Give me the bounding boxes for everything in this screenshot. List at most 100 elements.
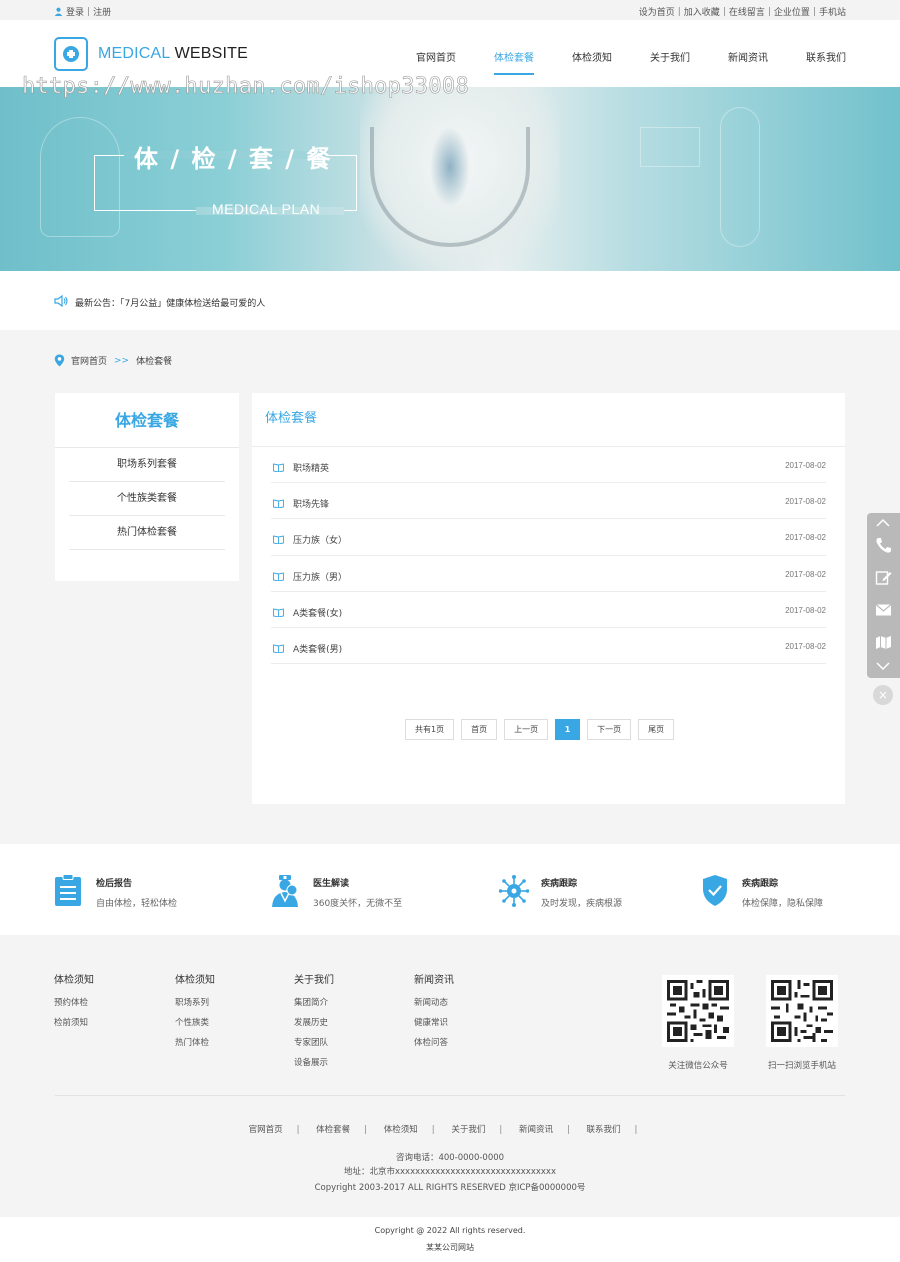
main-area: 官网首页 >> 体检套餐 体检套餐 职场系列套餐 个性族类套餐 热门体检套餐 体… (0, 330, 900, 844)
qr-caption: 扫一扫浏览手机站 (767, 1061, 836, 1071)
feature-desc: 自由体检，轻松体检 (96, 899, 178, 909)
divider: | (431, 1125, 435, 1135)
qr-mobile: 扫一扫浏览手机站 (766, 975, 838, 1071)
clipboard-icon (55, 874, 81, 906)
footer-link[interactable]: 专家团队 (294, 1036, 334, 1048)
footer-nav-notice[interactable]: 体检须知 (384, 1125, 418, 1135)
footer-link[interactable]: 个性族类 (175, 1016, 215, 1028)
list-item-title[interactable]: 压力族（男） (293, 570, 347, 583)
location-pin-icon (54, 354, 65, 367)
footer-link[interactable]: 发展历史 (294, 1016, 334, 1028)
page-first-button[interactable]: 首页 (461, 719, 498, 740)
add-favorite-link[interactable]: 加入收藏 (684, 5, 720, 18)
footer-column: 体检须知 预约体检 检前须知 (54, 971, 94, 1036)
qr-code-image (662, 975, 734, 1047)
footer-link[interactable]: 新闻动态 (414, 996, 454, 1008)
footer-phone: 咨询电话：400-0000-0000 (395, 1153, 505, 1163)
sidebar-item-workplace[interactable]: 职场系列套餐 (69, 448, 225, 482)
bottom-company: 某某公司网站 (426, 1243, 474, 1252)
footer-column-title: 体检须知 (175, 975, 215, 986)
account-links: 登录 | 注册 (54, 5, 111, 18)
edit-note-icon[interactable] (875, 569, 892, 586)
bottom-bar: Copyright @ 2022 All rights reserved. 某某… (0, 1217, 900, 1262)
logo-medical: MEDICAL (98, 45, 170, 62)
sidebar-item-personal[interactable]: 个性族类套餐 (69, 482, 225, 516)
footer-nav-home[interactable]: 官网首页 (249, 1125, 283, 1135)
site-logo[interactable]: MEDICAL WEBSITE (54, 37, 248, 71)
list-item[interactable]: 压力族（男） 2017-08-02 (271, 556, 826, 592)
list-item[interactable]: 职场精英 2017-08-02 (271, 447, 826, 484)
list-item[interactable]: A类套餐(女) 2017-08-02 (271, 592, 826, 628)
set-homepage-link[interactable]: 设为首页 (639, 5, 675, 18)
nav-notice[interactable]: 体检须知 (572, 20, 612, 87)
mobile-site-link[interactable]: 手机站 (819, 5, 846, 18)
nav-news[interactable]: 新闻资讯 (728, 20, 768, 87)
breadcrumb: 官网首页 >> 体检套餐 (54, 354, 172, 367)
footer-link[interactable]: 职场系列 (175, 996, 215, 1008)
footer-link[interactable]: 体检问答 (414, 1036, 454, 1048)
feature-item: 疾病跟踪 体检保障，隐私保障 (700, 874, 823, 909)
footer-column-title: 关于我们 (294, 975, 334, 986)
footer-nav-packages[interactable]: 体检套餐 (316, 1125, 350, 1135)
footer-link[interactable]: 集团简介 (294, 996, 334, 1008)
footer-link[interactable]: 设备展示 (294, 1056, 334, 1068)
package-list: 职场精英 2017-08-02 职场先锋 2017-08-02 压力族（女） 2… (252, 447, 845, 665)
company-location-link[interactable]: 企业位置 (774, 5, 810, 18)
mail-icon[interactable] (875, 603, 892, 617)
page-next-button[interactable]: 下一页 (587, 719, 632, 740)
sidebar-item-popular[interactable]: 热门体检套餐 (69, 516, 225, 550)
pagination: 共有1页 首页 上一页 1 下一页 尾页 (405, 719, 681, 740)
list-item-date: 2017-08-02 (785, 569, 826, 579)
page-current[interactable]: 1 (555, 719, 581, 740)
list-item[interactable]: A类套餐(男) 2017-08-02 (271, 628, 826, 665)
list-item-title[interactable]: A类套餐(女) (293, 606, 342, 619)
breadcrumb-current: 体检套餐 (136, 357, 173, 367)
nav-packages[interactable]: 体检套餐 (494, 20, 534, 87)
notice-bar: 最新公告：「7月公益」健康体检送给最可爱的人 (0, 271, 900, 330)
watermark-text: https://www.huzhan.com/ishop33008 (22, 74, 469, 100)
list-item[interactable]: 压力族（女） 2017-08-02 (271, 519, 826, 556)
map-icon[interactable] (875, 635, 892, 650)
divider: | (87, 6, 91, 17)
content-panel: 体检套餐 职场精英 2017-08-02 职场先锋 2017-08-02 压力族… (252, 393, 845, 804)
page-last-button[interactable]: 尾页 (638, 719, 675, 740)
register-link[interactable]: 注册 (93, 5, 111, 18)
feature-title: 医生解读 (313, 879, 350, 889)
floating-toolbar (867, 513, 900, 678)
list-item[interactable]: 职场先锋 2017-08-02 (271, 483, 826, 520)
divider: | (364, 1125, 368, 1135)
qr-code-image (766, 975, 838, 1047)
footer-link[interactable]: 热门体检 (175, 1036, 215, 1048)
chevron-up-icon[interactable] (875, 518, 891, 528)
banner-title: 体 / 检 / 套 / 餐 (134, 145, 333, 173)
footer-link[interactable]: 预约体检 (54, 996, 94, 1008)
floating-close-button[interactable]: × (873, 685, 893, 705)
nav-contact[interactable]: 联系我们 (806, 20, 846, 87)
footer-nav-contact[interactable]: 联系我们 (587, 1125, 621, 1135)
nav-about[interactable]: 关于我们 (650, 20, 690, 87)
list-item-title[interactable]: 职场先锋 (293, 497, 329, 510)
top-bar: 登录 | 注册 设为首页 | 加入收藏 | 在线留言 | 企业位置 | 手机站 (0, 0, 900, 20)
sidebar: 体检套餐 职场系列套餐 个性族类套餐 热门体检套餐 (55, 393, 239, 581)
phone-icon[interactable] (875, 537, 892, 554)
divider: | (499, 1125, 503, 1135)
footer-link[interactable]: 健康常识 (414, 1016, 454, 1028)
page-prev-button[interactable]: 上一页 (504, 719, 549, 740)
list-item-title[interactable]: 压力族（女） (293, 533, 347, 546)
footer-nav-about[interactable]: 关于我们 (451, 1125, 485, 1135)
list-item-title[interactable]: 职场精英 (293, 461, 329, 474)
footer-column-title: 新闻资讯 (414, 975, 454, 986)
footer-nav-news[interactable]: 新闻资讯 (519, 1125, 553, 1135)
list-item-title[interactable]: A类套餐(男) (293, 642, 342, 655)
footer-link[interactable]: 检前须知 (54, 1016, 94, 1028)
online-message-link[interactable]: 在线留言 (729, 5, 765, 18)
login-link[interactable]: 登录 (66, 5, 84, 18)
speaker-icon (54, 295, 68, 307)
divider: | (634, 1125, 638, 1135)
breadcrumb-home[interactable]: 官网首页 (71, 354, 107, 367)
virus-icon (499, 875, 529, 907)
notice-text[interactable]: 最新公告：「7月公益」健康体检送给最可爱的人 (75, 296, 265, 309)
chevron-down-icon[interactable] (875, 661, 891, 671)
footer-address: 地址：北京市xxxxxxxxxxxxxxxxxxxxxxxxxxxxxxxx (344, 1167, 556, 1177)
bottom-copyright: Copyright @ 2022 All rights reserved. (374, 1226, 526, 1235)
